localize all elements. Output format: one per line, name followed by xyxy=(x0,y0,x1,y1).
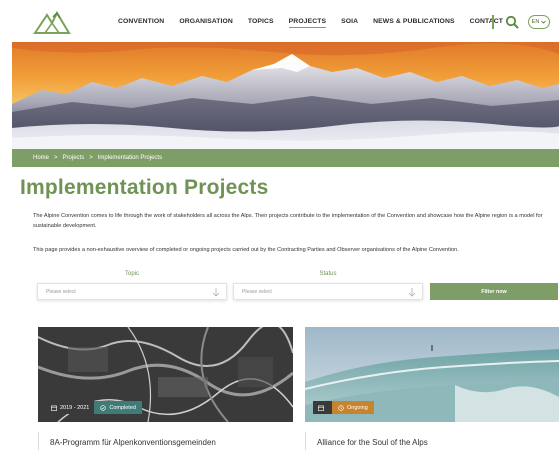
project-card-title[interactable]: Alliance for the Soul of the Alps xyxy=(317,438,428,447)
language-selector[interactable]: EN xyxy=(528,15,550,29)
nav-item-soia[interactable]: SOIA xyxy=(341,18,358,25)
arrow-down-icon xyxy=(212,288,220,297)
breadcrumb-current: Implementation Projects xyxy=(97,155,163,161)
nav-item-projects[interactable]: PROJECTS xyxy=(288,18,327,28)
alpine-convention-logo[interactable] xyxy=(33,9,71,35)
breadcrumb-home[interactable]: Home xyxy=(33,155,49,161)
calendar-icon xyxy=(318,405,324,411)
overview-paragraph: This page provides a non-exhaustive over… xyxy=(33,247,459,253)
page-title: Implementation Projects xyxy=(20,176,269,199)
breadcrumb-separator: > xyxy=(89,155,93,161)
main-nav: CONVENTION ORGANISATION TOPICS PROJECTS … xyxy=(118,18,518,28)
project-card[interactable]: Ongoing Alliance for the Soul of the Alp… xyxy=(305,327,559,450)
status-label: Completed xyxy=(109,404,136,411)
breadcrumb: Home > Projects > Implementation Project… xyxy=(12,149,559,167)
card-divider xyxy=(38,432,39,450)
nav-item-convention[interactable]: CONVENTION xyxy=(118,18,164,25)
search-icon[interactable] xyxy=(505,15,519,29)
status-icon xyxy=(338,404,344,411)
language-label: EN xyxy=(531,19,540,25)
topic-select-placeholder: Please select xyxy=(46,288,76,295)
nav-item-organisation[interactable]: ORGANISATION xyxy=(179,18,233,25)
status-badge: Ongoing xyxy=(332,401,374,414)
project-card-badges: 2019 - 2021 Completed xyxy=(46,401,142,414)
nav-item-news-publications[interactable]: NEWS & PUBLICATIONS xyxy=(373,18,454,25)
nav-divider xyxy=(492,15,494,29)
project-card-title[interactable]: 8A-Programm für Alpenkonventionsgemeinde… xyxy=(50,438,216,447)
status-label: Ongoing xyxy=(347,404,368,411)
hero-image xyxy=(12,42,559,149)
breadcrumb-separator: > xyxy=(54,155,58,161)
status-icon xyxy=(100,404,107,411)
project-date: 2019 - 2021 xyxy=(60,404,90,411)
status-select-placeholder: Please select xyxy=(242,288,272,295)
project-date-badge: 2019 - 2021 xyxy=(46,401,95,414)
project-date-badge xyxy=(313,401,332,414)
intro-paragraph: The Alpine Convention comes to life thro… xyxy=(33,213,543,229)
filter-now-button[interactable]: Filter now xyxy=(430,283,558,300)
nav-item-contact[interactable]: CONTACT xyxy=(470,18,503,25)
status-badge: Completed xyxy=(94,401,142,414)
topic-select[interactable]: Please select xyxy=(37,283,227,300)
chevron-down-icon xyxy=(541,20,547,24)
topic-filter-label: Topic xyxy=(124,271,139,277)
project-card-badges: Ongoing xyxy=(313,401,374,414)
status-filter-label: Status xyxy=(319,271,337,277)
card-divider xyxy=(305,432,306,450)
calendar-icon xyxy=(51,405,57,411)
status-select[interactable]: Please select xyxy=(233,283,423,300)
arrow-down-icon xyxy=(408,288,416,297)
project-card[interactable]: 2019 - 2021 Completed 8A-Programm für Al… xyxy=(38,327,293,450)
site-header: CONVENTION ORGANISATION TOPICS PROJECTS … xyxy=(0,0,559,42)
breadcrumb-projects[interactable]: Projects xyxy=(63,155,85,161)
nav-item-topics[interactable]: TOPICS xyxy=(248,18,274,25)
